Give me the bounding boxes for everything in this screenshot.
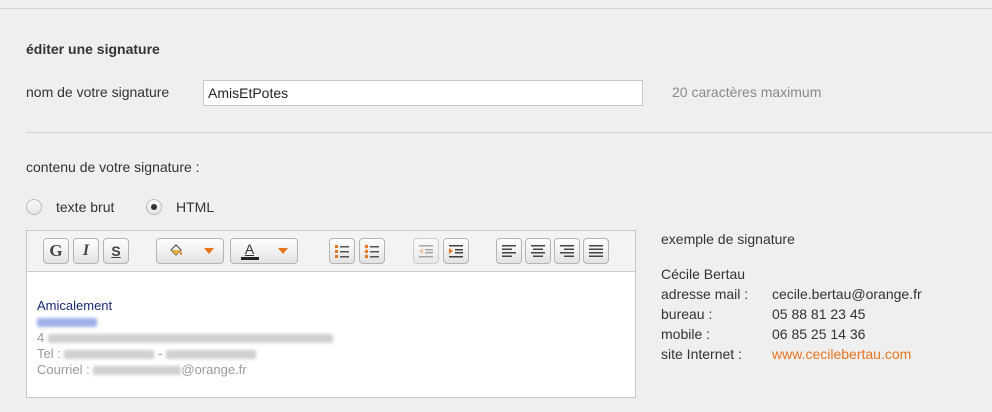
indent-button[interactable] <box>443 238 469 264</box>
section-title: éditer une signature <box>26 41 160 57</box>
example-title: exemple de signature <box>661 231 795 247</box>
italic-icon: I <box>82 242 90 259</box>
align-center-button[interactable] <box>525 238 551 264</box>
example-row-office: bureau : 05 88 81 23 45 <box>661 306 866 322</box>
radio-plain-text[interactable] <box>26 199 42 215</box>
font-color-button[interactable]: A <box>230 238 298 264</box>
signature-content-label: contenu de votre signature : <box>26 159 200 175</box>
redacted-address <box>47 334 333 344</box>
align-right-button[interactable] <box>554 238 580 264</box>
underline-icon: S <box>111 243 121 259</box>
section-divider <box>26 132 992 133</box>
radio-html[interactable] <box>146 199 162 215</box>
align-left-icon <box>501 243 517 259</box>
example-row-email: adresse mail : cecile.bertau@orange.fr <box>661 286 922 302</box>
italic-button[interactable]: I <box>73 238 99 264</box>
redacted-mobile <box>166 350 257 360</box>
bullet-list-button[interactable] <box>359 238 385 264</box>
align-justify-button[interactable] <box>583 238 609 264</box>
font-color-icon: A <box>240 242 259 260</box>
radio-plain-text-label: texte brut <box>56 199 115 215</box>
redacted-name <box>37 318 97 328</box>
redacted-email-user <box>93 366 182 376</box>
indent-icon <box>448 243 464 259</box>
chevron-down-icon <box>203 247 214 255</box>
numbered-list-icon <box>334 243 350 259</box>
format-option-plain-text[interactable]: texte brut <box>26 199 114 215</box>
fill-color-button[interactable] <box>156 238 224 264</box>
editor-toolbar: G I S A <box>27 231 635 272</box>
bold-button[interactable]: G <box>43 238 69 264</box>
signature-tel-line: Tel : - <box>37 346 625 362</box>
numbered-list-button[interactable] <box>329 238 355 264</box>
align-justify-icon <box>588 243 604 259</box>
signature-name-line <box>37 314 625 330</box>
example-row-mobile: mobile : 06 85 25 14 36 <box>661 326 866 342</box>
bullet-list-icon <box>364 243 380 259</box>
example-row-website: site Internet : www.cecilebertau.com <box>661 346 912 362</box>
format-option-html[interactable]: HTML <box>146 199 214 215</box>
example-name: Cécile Bertau <box>661 266 746 282</box>
radio-html-label: HTML <box>176 199 215 215</box>
outdent-button[interactable] <box>413 238 439 264</box>
signature-name-hint: 20 caractères maximum <box>672 84 822 100</box>
signature-address-line: 4 <box>37 330 625 346</box>
align-right-icon <box>559 243 575 259</box>
underline-button[interactable]: S <box>103 238 129 264</box>
signature-greeting: Amicalement <box>37 298 113 313</box>
align-center-icon <box>530 243 546 259</box>
redacted-phone <box>64 350 155 360</box>
align-left-button[interactable] <box>496 238 522 264</box>
signature-editor[interactable]: G I S A Amicalement 4 Tel: - Courriel:… <box>26 230 636 398</box>
outdent-icon <box>418 243 434 259</box>
editor-content[interactable]: Amicalement 4 Tel : - Courriel : @orange… <box>27 272 635 378</box>
signature-name-label: nom de votre signature <box>26 84 170 100</box>
top-divider <box>0 8 992 9</box>
signature-name-input[interactable] <box>203 80 643 106</box>
signature-email-line: Courriel : @orange.fr <box>37 362 247 377</box>
paint-bucket-icon <box>167 242 185 260</box>
bold-icon: G <box>49 241 63 260</box>
example-website-link[interactable]: www.cecilebertau.com <box>772 346 911 362</box>
chevron-down-icon <box>277 247 288 255</box>
